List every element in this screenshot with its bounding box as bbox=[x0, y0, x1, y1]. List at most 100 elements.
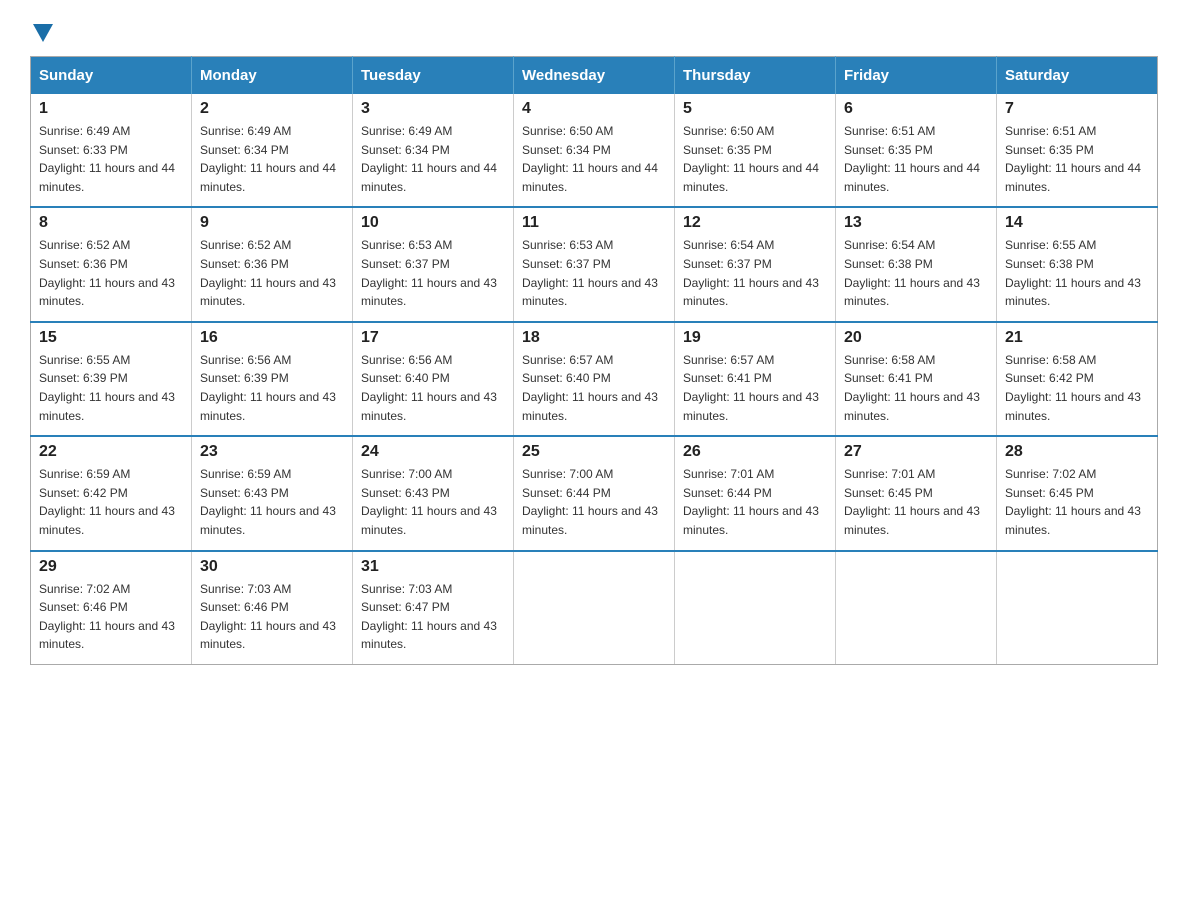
day-cell: 29 Sunrise: 7:02 AMSunset: 6:46 PMDayligh… bbox=[31, 551, 192, 665]
day-info: Sunrise: 6:51 AMSunset: 6:35 PMDaylight:… bbox=[844, 122, 988, 196]
day-number: 11 bbox=[522, 214, 666, 232]
day-number: 5 bbox=[683, 100, 827, 118]
day-cell bbox=[997, 551, 1158, 665]
day-cell: 15 Sunrise: 6:55 AMSunset: 6:39 PMDayligh… bbox=[31, 322, 192, 436]
day-number: 10 bbox=[361, 214, 505, 232]
day-number: 13 bbox=[844, 214, 988, 232]
day-cell: 1 Sunrise: 6:49 AMSunset: 6:33 PMDaylight… bbox=[31, 94, 192, 207]
day-info: Sunrise: 6:56 AMSunset: 6:39 PMDaylight:… bbox=[200, 351, 344, 425]
day-cell: 14 Sunrise: 6:55 AMSunset: 6:38 PMDayligh… bbox=[997, 207, 1158, 321]
week-row-4: 22Sunrise: 6:59 AMSunset: 6:42 PMDayligh… bbox=[31, 436, 1158, 550]
day-cell: 13 Sunrise: 6:54 AMSunset: 6:38 PMDayligh… bbox=[836, 207, 997, 321]
day-cell: 23 Sunrise: 6:59 AMSunset: 6:43 PMDayligh… bbox=[192, 436, 353, 550]
day-number: 16 bbox=[200, 329, 344, 347]
week-row-3: 15 Sunrise: 6:55 AMSunset: 6:39 PMDayligh… bbox=[31, 322, 1158, 436]
day-number: 12 bbox=[683, 214, 827, 232]
day-info: Sunrise: 6:57 AMSunset: 6:41 PMDaylight:… bbox=[683, 351, 827, 425]
logo bbox=[30, 20, 53, 38]
day-cell: 10 Sunrise: 6:53 AMSunset: 6:37 PMDayligh… bbox=[353, 207, 514, 321]
day-info: Sunrise: 7:03 AMSunset: 6:46 PMDaylight:… bbox=[200, 580, 344, 654]
day-number: 4 bbox=[522, 100, 666, 118]
header-cell-sunday: Sunday bbox=[31, 57, 192, 95]
day-info: Sunrise: 7:02 AMSunset: 6:46 PMDaylight:… bbox=[39, 580, 183, 654]
day-cell: 25 Sunrise: 7:00 AMSunset: 6:44 PMDayligh… bbox=[514, 436, 675, 550]
day-info: Sunrise: 6:54 AMSunset: 6:38 PMDaylight:… bbox=[844, 236, 988, 310]
day-number: 22 bbox=[39, 443, 183, 461]
day-number: 28 bbox=[1005, 443, 1149, 461]
day-info: Sunrise: 6:58 AMSunset: 6:42 PMDaylight:… bbox=[1005, 351, 1149, 425]
day-number: 29 bbox=[39, 558, 183, 576]
header-cell-friday: Friday bbox=[836, 57, 997, 95]
day-info: Sunrise: 6:49 AMSunset: 6:34 PMDaylight:… bbox=[200, 122, 344, 196]
week-row-5: 29 Sunrise: 7:02 AMSunset: 6:46 PMDayligh… bbox=[31, 551, 1158, 665]
day-cell bbox=[675, 551, 836, 665]
day-cell: 3 Sunrise: 6:49 AMSunset: 6:34 PMDaylight… bbox=[353, 94, 514, 207]
day-info: Sunrise: 7:00 AMSunset: 6:44 PMDaylight:… bbox=[522, 465, 666, 539]
day-number: 6 bbox=[844, 100, 988, 118]
day-cell: 31Sunrise: 7:03 AMSunset: 6:47 PMDayligh… bbox=[353, 551, 514, 665]
logo-top bbox=[30, 20, 53, 42]
day-info: Sunrise: 7:03 AMSunset: 6:47 PMDaylight:… bbox=[361, 580, 505, 654]
day-number: 26 bbox=[683, 443, 827, 461]
day-number: 3 bbox=[361, 100, 505, 118]
day-cell: 18 Sunrise: 6:57 AMSunset: 6:40 PMDayligh… bbox=[514, 322, 675, 436]
day-info: Sunrise: 6:55 AMSunset: 6:39 PMDaylight:… bbox=[39, 351, 183, 425]
day-number: 18 bbox=[522, 329, 666, 347]
day-info: Sunrise: 6:53 AMSunset: 6:37 PMDaylight:… bbox=[361, 236, 505, 310]
day-cell: 30 Sunrise: 7:03 AMSunset: 6:46 PMDayligh… bbox=[192, 551, 353, 665]
week-row-1: 1 Sunrise: 6:49 AMSunset: 6:33 PMDaylight… bbox=[31, 94, 1158, 207]
day-info: Sunrise: 6:54 AMSunset: 6:37 PMDaylight:… bbox=[683, 236, 827, 310]
header-cell-thursday: Thursday bbox=[675, 57, 836, 95]
day-cell: 16 Sunrise: 6:56 AMSunset: 6:39 PMDayligh… bbox=[192, 322, 353, 436]
day-cell: 17Sunrise: 6:56 AMSunset: 6:40 PMDayligh… bbox=[353, 322, 514, 436]
day-cell: 21 Sunrise: 6:58 AMSunset: 6:42 PMDayligh… bbox=[997, 322, 1158, 436]
day-info: Sunrise: 6:55 AMSunset: 6:38 PMDaylight:… bbox=[1005, 236, 1149, 310]
day-info: Sunrise: 6:53 AMSunset: 6:37 PMDaylight:… bbox=[522, 236, 666, 310]
header-row: SundayMondayTuesdayWednesdayThursdayFrid… bbox=[31, 57, 1158, 95]
day-info: Sunrise: 7:01 AMSunset: 6:44 PMDaylight:… bbox=[683, 465, 827, 539]
day-cell: 22Sunrise: 6:59 AMSunset: 6:42 PMDayligh… bbox=[31, 436, 192, 550]
day-number: 30 bbox=[200, 558, 344, 576]
day-number: 17 bbox=[361, 329, 505, 347]
day-number: 8 bbox=[39, 214, 183, 232]
day-info: Sunrise: 7:01 AMSunset: 6:45 PMDaylight:… bbox=[844, 465, 988, 539]
day-cell: 20Sunrise: 6:58 AMSunset: 6:41 PMDayligh… bbox=[836, 322, 997, 436]
day-number: 25 bbox=[522, 443, 666, 461]
day-cell: 2 Sunrise: 6:49 AMSunset: 6:34 PMDaylight… bbox=[192, 94, 353, 207]
day-number: 21 bbox=[1005, 329, 1149, 347]
header-cell-wednesday: Wednesday bbox=[514, 57, 675, 95]
day-info: Sunrise: 6:52 AMSunset: 6:36 PMDaylight:… bbox=[39, 236, 183, 310]
day-info: Sunrise: 6:52 AMSunset: 6:36 PMDaylight:… bbox=[200, 236, 344, 310]
day-info: Sunrise: 6:59 AMSunset: 6:43 PMDaylight:… bbox=[200, 465, 344, 539]
day-number: 14 bbox=[1005, 214, 1149, 232]
day-cell bbox=[514, 551, 675, 665]
day-info: Sunrise: 6:57 AMSunset: 6:40 PMDaylight:… bbox=[522, 351, 666, 425]
day-cell: 26 Sunrise: 7:01 AMSunset: 6:44 PMDayligh… bbox=[675, 436, 836, 550]
day-cell: 19 Sunrise: 6:57 AMSunset: 6:41 PMDayligh… bbox=[675, 322, 836, 436]
day-cell: 12 Sunrise: 6:54 AMSunset: 6:37 PMDayligh… bbox=[675, 207, 836, 321]
day-number: 1 bbox=[39, 100, 183, 118]
day-cell: 5Sunrise: 6:50 AMSunset: 6:35 PMDaylight… bbox=[675, 94, 836, 207]
day-cell: 6 Sunrise: 6:51 AMSunset: 6:35 PMDaylight… bbox=[836, 94, 997, 207]
day-info: Sunrise: 6:49 AMSunset: 6:33 PMDaylight:… bbox=[39, 122, 183, 196]
day-number: 2 bbox=[200, 100, 344, 118]
day-info: Sunrise: 6:49 AMSunset: 6:34 PMDaylight:… bbox=[361, 122, 505, 196]
calendar-body: 1 Sunrise: 6:49 AMSunset: 6:33 PMDaylight… bbox=[31, 94, 1158, 664]
day-cell: 27 Sunrise: 7:01 AMSunset: 6:45 PMDayligh… bbox=[836, 436, 997, 550]
day-number: 27 bbox=[844, 443, 988, 461]
day-number: 19 bbox=[683, 329, 827, 347]
day-cell: 8 Sunrise: 6:52 AMSunset: 6:36 PMDaylight… bbox=[31, 207, 192, 321]
day-number: 15 bbox=[39, 329, 183, 347]
day-cell: 28Sunrise: 7:02 AMSunset: 6:45 PMDayligh… bbox=[997, 436, 1158, 550]
day-number: 9 bbox=[200, 214, 344, 232]
header-cell-saturday: Saturday bbox=[997, 57, 1158, 95]
day-cell: 11 Sunrise: 6:53 AMSunset: 6:37 PMDayligh… bbox=[514, 207, 675, 321]
day-cell: 9 Sunrise: 6:52 AMSunset: 6:36 PMDaylight… bbox=[192, 207, 353, 321]
day-cell bbox=[836, 551, 997, 665]
day-number: 7 bbox=[1005, 100, 1149, 118]
day-info: Sunrise: 6:51 AMSunset: 6:35 PMDaylight:… bbox=[1005, 122, 1149, 196]
calendar-table: SundayMondayTuesdayWednesdayThursdayFrid… bbox=[30, 56, 1158, 665]
day-number: 23 bbox=[200, 443, 344, 461]
day-info: Sunrise: 7:00 AMSunset: 6:43 PMDaylight:… bbox=[361, 465, 505, 539]
day-info: Sunrise: 6:50 AMSunset: 6:34 PMDaylight:… bbox=[522, 122, 666, 196]
